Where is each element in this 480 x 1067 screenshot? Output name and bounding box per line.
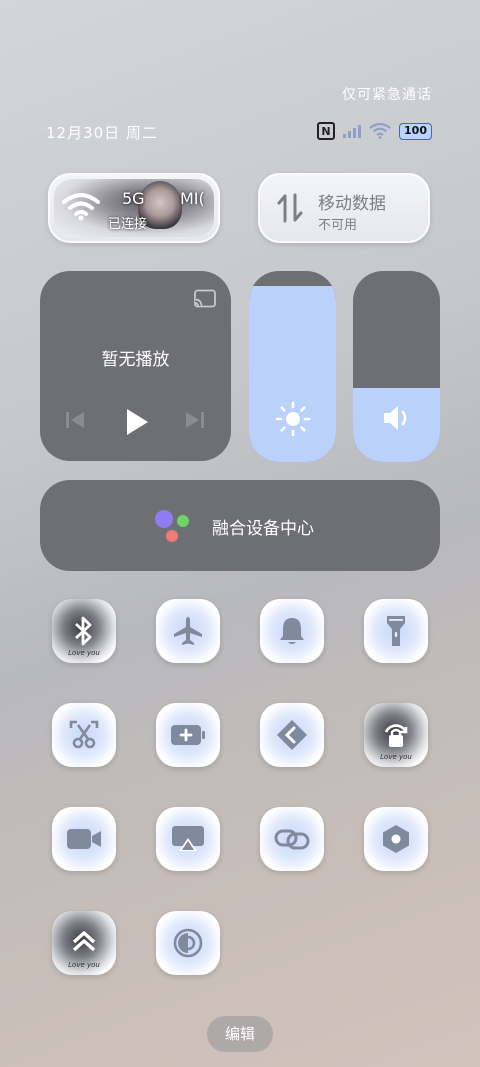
volume-slider[interactable] xyxy=(353,271,440,462)
date-text: 12月30日 周二 xyxy=(46,124,158,142)
battery-saver-toggle[interactable] xyxy=(156,703,220,767)
bluetooth-icon xyxy=(75,616,92,646)
wifi-status-icon xyxy=(369,123,391,139)
emergency-call-only-text: 仅可紧急通话 xyxy=(342,87,432,103)
brightness-slider[interactable] xyxy=(249,271,336,462)
volume-icon xyxy=(353,403,440,437)
rotation-lock-icon xyxy=(384,724,408,747)
mobile-data-label: 移动数据 xyxy=(318,194,386,214)
nearby-share-icon xyxy=(277,720,307,750)
screenshot-toggle[interactable] xyxy=(52,703,116,767)
bluetooth-toggle[interactable]: Love you xyxy=(52,599,116,663)
wifi-toggle[interactable]: 5G MI( 已连接 xyxy=(48,173,220,243)
performance-mode-toggle[interactable]: Love you xyxy=(52,911,116,975)
flashlight-icon xyxy=(387,616,405,646)
device-center-icon xyxy=(155,510,189,542)
screen-cast-toggle[interactable] xyxy=(156,807,220,871)
media-title: 暂无播放 xyxy=(101,350,170,370)
nfc-icon: N xyxy=(317,122,336,140)
media-player-card[interactable]: 暂无播放 xyxy=(40,271,231,461)
wifi-icon xyxy=(62,193,100,221)
nearby-share-toggle[interactable] xyxy=(260,703,324,767)
wifi-network-name-2: MI( xyxy=(180,189,205,208)
next-track-icon[interactable] xyxy=(184,409,206,431)
rotation-lock-toggle[interactable]: Love you xyxy=(364,703,428,767)
cast-icon[interactable] xyxy=(193,289,217,309)
mobile-data-status: 不可用 xyxy=(318,218,358,233)
edit-button[interactable]: 编辑 xyxy=(207,1016,273,1052)
screen-record-toggle[interactable] xyxy=(52,807,116,871)
link-toggle[interactable] xyxy=(260,807,324,871)
signal-icon xyxy=(343,124,362,138)
screenshot-icon xyxy=(69,720,99,749)
screen-cast-icon xyxy=(172,826,204,851)
device-center-label: 融合设备中心 xyxy=(212,519,314,539)
wifi-status: 已连接 xyxy=(108,217,148,232)
battery-saver-icon xyxy=(171,725,205,745)
mobile-data-icon xyxy=(277,193,303,223)
settings-shortcut-toggle[interactable] xyxy=(364,807,428,871)
ring-mode-toggle[interactable] xyxy=(260,599,324,663)
dark-mode-toggle[interactable] xyxy=(156,911,220,975)
dark-mode-icon xyxy=(173,928,203,958)
wifi-network-name: 5G xyxy=(122,189,145,208)
flashlight-toggle[interactable] xyxy=(364,599,428,663)
mobile-data-toggle[interactable]: 移动数据 不可用 xyxy=(258,173,430,243)
settings-hex-icon xyxy=(383,825,409,853)
performance-icon xyxy=(72,931,96,952)
tile-caption: Love you xyxy=(68,649,100,657)
tile-caption: Love you xyxy=(68,961,100,969)
link-icon xyxy=(274,829,310,850)
device-center-card[interactable]: 融合设备中心 xyxy=(40,480,440,571)
play-icon[interactable] xyxy=(124,407,150,437)
bell-icon xyxy=(280,618,304,644)
airplane-icon xyxy=(174,617,202,645)
brightness-icon xyxy=(249,401,336,441)
battery-indicator: 100 xyxy=(399,122,432,140)
screen-record-icon xyxy=(67,829,101,849)
airplane-mode-toggle[interactable] xyxy=(156,599,220,663)
tile-caption: Love you xyxy=(380,753,412,761)
status-icons: N 100 xyxy=(317,122,432,140)
previous-track-icon[interactable] xyxy=(64,409,86,431)
